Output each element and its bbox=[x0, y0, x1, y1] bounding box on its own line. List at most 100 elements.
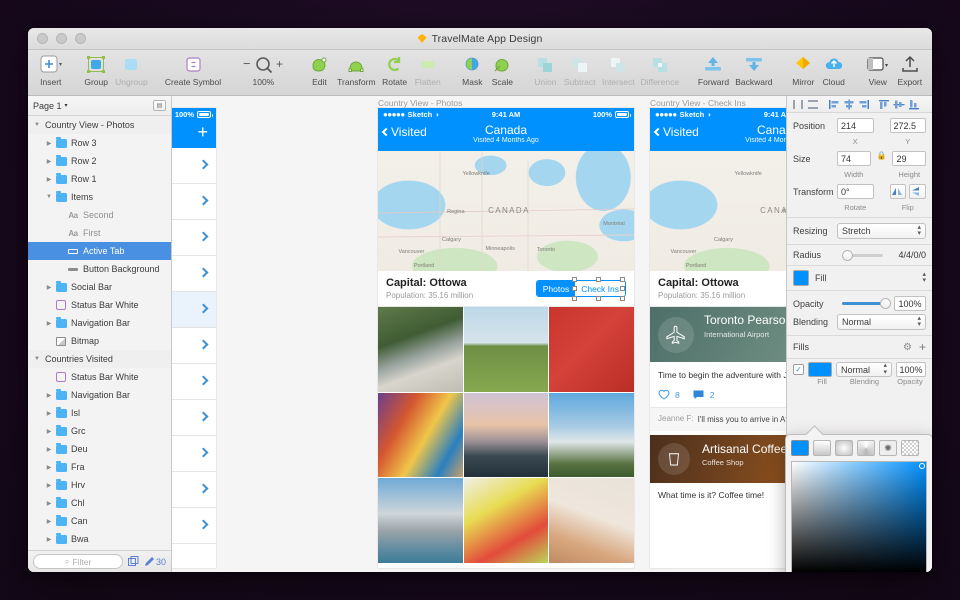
layer-row[interactable]: Bitmap bbox=[28, 332, 171, 350]
fill-type-noise[interactable] bbox=[901, 440, 919, 456]
lock-aspect-icon[interactable]: 🔒 bbox=[877, 151, 887, 166]
disclosure-closed-icon[interactable]: ▶ bbox=[44, 428, 54, 435]
fill-style-row[interactable]: Fill ▴▾ bbox=[793, 270, 926, 286]
list-item[interactable] bbox=[172, 328, 216, 364]
artboard-country-view-checkins[interactable]: ●●●●● Sketch ◗ 9:41 AM 100% Visited Cana… bbox=[650, 108, 786, 568]
page-selector[interactable]: Page 1 ▾ bbox=[33, 101, 68, 111]
size-width-input[interactable]: 74 bbox=[837, 151, 871, 166]
toolbar-edit-button[interactable]: Edit bbox=[304, 54, 334, 87]
toolbar-difference-button[interactable]: Difference bbox=[638, 54, 682, 87]
layer-row[interactable]: ▶Row 1 bbox=[28, 170, 171, 188]
artboard-countries-visited[interactable]: ●●●●● Sketch ◗ 9:41 AM 100% Map + bbox=[172, 108, 216, 568]
disclosure-closed-icon[interactable]: ▶ bbox=[44, 176, 54, 183]
segment-check-ins[interactable]: Check Ins bbox=[575, 281, 625, 296]
rotate-input[interactable]: 0° bbox=[837, 184, 874, 199]
toolbar-create-symbol-button[interactable]: Create Symbol bbox=[164, 54, 223, 87]
toolbar-mask-button[interactable]: Mask bbox=[457, 54, 487, 87]
chevron-updown-icon[interactable]: ▴▾ bbox=[922, 272, 926, 285]
fill-type-pattern[interactable]: ✺ bbox=[879, 440, 897, 456]
selection-handle[interactable] bbox=[620, 296, 625, 301]
toolbar-transform-button[interactable]: Transform bbox=[334, 54, 378, 87]
photo-thumbnail[interactable] bbox=[464, 393, 549, 478]
toolbar-export-button[interactable]: Export bbox=[894, 54, 926, 87]
toolbar-rotate-button[interactable]: Rotate bbox=[378, 54, 411, 87]
list-item[interactable] bbox=[172, 256, 216, 292]
disclosure-open-icon[interactable]: ▼ bbox=[32, 356, 42, 362]
blending-select[interactable]: Normal ▴▾ bbox=[837, 314, 926, 330]
toolbar-subtract-button[interactable]: Subtract bbox=[561, 54, 599, 87]
photo-thumbnail[interactable] bbox=[378, 307, 463, 392]
align-top-icon[interactable] bbox=[877, 98, 891, 111]
toolbar-scale-button[interactable]: Scale bbox=[487, 54, 517, 87]
add-icon[interactable]: + bbox=[197, 123, 208, 141]
selection-handle[interactable] bbox=[596, 296, 601, 301]
color-cursor[interactable] bbox=[919, 463, 925, 469]
opacity-slider-knob[interactable] bbox=[880, 298, 891, 309]
fill-type-linear-gradient[interactable] bbox=[813, 440, 831, 456]
radius-value[interactable]: 4/4/0/0 bbox=[888, 250, 926, 260]
layer-row-selected[interactable]: Active Tab bbox=[28, 242, 171, 260]
segment-photos[interactable]: Photos bbox=[537, 281, 575, 296]
position-y-input[interactable]: 272.5 bbox=[890, 118, 927, 133]
disclosure-closed-icon[interactable]: ▶ bbox=[44, 410, 54, 417]
fill-color-swatch[interactable] bbox=[808, 362, 832, 377]
disclosure-closed-icon[interactable]: ▶ bbox=[44, 482, 54, 489]
toolbar-view-button[interactable]: View bbox=[862, 54, 894, 87]
layer-row[interactable]: ▶Fra bbox=[28, 458, 171, 476]
list-item[interactable] bbox=[172, 364, 216, 400]
position-x-input[interactable]: 214 bbox=[837, 118, 874, 133]
selection-handle[interactable] bbox=[572, 277, 577, 282]
layer-row[interactable]: ▼Country View - Photos bbox=[28, 116, 171, 134]
fill-type-angular-gradient[interactable] bbox=[857, 440, 875, 456]
layer-row[interactable]: AaSecond bbox=[28, 206, 171, 224]
layer-row[interactable]: ▶Can bbox=[28, 512, 171, 530]
toolbar-forward-button[interactable]: Forward bbox=[695, 54, 733, 87]
layer-row[interactable]: ▼Countries Visited bbox=[28, 350, 171, 368]
align-right-icon[interactable] bbox=[857, 98, 871, 111]
artboard-country-view-photos[interactable]: ●●●●● Sketch ◗ 9:41 AM 100% Visited Cana… bbox=[378, 108, 634, 568]
layer-rows[interactable]: ▼Country View - Photos▶Row 3▶Row 2▶Row 1… bbox=[28, 116, 171, 550]
selection-handle[interactable] bbox=[620, 277, 625, 282]
toolbar-insert-button[interactable]: Insert bbox=[34, 54, 68, 87]
disclosure-open-icon[interactable]: ▼ bbox=[32, 122, 42, 128]
filter-input[interactable]: ⌕ Filter bbox=[33, 554, 123, 569]
list-item[interactable] bbox=[172, 148, 216, 184]
toolbar-union-button[interactable]: Union bbox=[530, 54, 560, 87]
disclosure-closed-icon[interactable]: ▶ bbox=[44, 320, 54, 327]
duplicate-layer-button[interactable] bbox=[128, 556, 139, 567]
align-bottom-icon[interactable] bbox=[907, 98, 921, 111]
layer-row[interactable]: ▶Row 2 bbox=[28, 152, 171, 170]
radius-slider[interactable] bbox=[842, 254, 883, 257]
fill-type-buttons[interactable]: ✺ bbox=[791, 440, 927, 456]
list-item[interactable] bbox=[172, 184, 216, 220]
photo-thumbnail[interactable] bbox=[464, 478, 549, 563]
disclosure-closed-icon[interactable]: ▶ bbox=[44, 446, 54, 453]
photo-thumbnail[interactable] bbox=[378, 478, 463, 563]
layer-count-indicator[interactable]: 30 bbox=[144, 556, 166, 567]
list-item[interactable] bbox=[172, 292, 216, 328]
checkin-card[interactable]: Artisanal Coffee Coffee Shop What time i… bbox=[650, 435, 786, 507]
disclosure-closed-icon[interactable]: ▶ bbox=[44, 500, 54, 507]
checkin-card[interactable]: Toronto Pearson Airport – YYZ Internatio… bbox=[650, 307, 786, 431]
layer-row[interactable]: Status Bar White bbox=[28, 296, 171, 314]
align-middle-icon[interactable] bbox=[892, 98, 906, 111]
radius-slider-knob[interactable] bbox=[842, 250, 853, 261]
layer-row[interactable]: ▶Chl bbox=[28, 494, 171, 512]
saturation-value-area[interactable] bbox=[791, 461, 927, 572]
artboard-label-photos[interactable]: Country View - Photos bbox=[378, 98, 462, 108]
align-center-icon[interactable] bbox=[842, 98, 856, 111]
fill-enabled-checkbox[interactable]: ✓ bbox=[793, 364, 804, 375]
toolbar-cloud-button[interactable]: Cloud bbox=[819, 54, 849, 87]
photo-thumbnail[interactable] bbox=[378, 393, 463, 478]
disclosure-closed-icon[interactable]: ▶ bbox=[44, 464, 54, 471]
fills-settings-icon[interactable]: ⚙ bbox=[903, 342, 912, 353]
toolbar-flatten-button[interactable]: Flatten bbox=[411, 54, 445, 87]
distribute-vertically-icon[interactable] bbox=[806, 98, 820, 111]
disclosure-closed-icon[interactable]: ▶ bbox=[44, 158, 54, 165]
style-color-swatch[interactable] bbox=[793, 270, 809, 286]
artboard-label-checkins[interactable]: Country View - Check Ins bbox=[650, 98, 746, 108]
photo-thumbnail[interactable] bbox=[549, 478, 634, 563]
layer-row[interactable]: ▶Deu bbox=[28, 440, 171, 458]
distribute-horizontally-icon[interactable] bbox=[791, 98, 805, 111]
list-item[interactable] bbox=[172, 508, 216, 544]
